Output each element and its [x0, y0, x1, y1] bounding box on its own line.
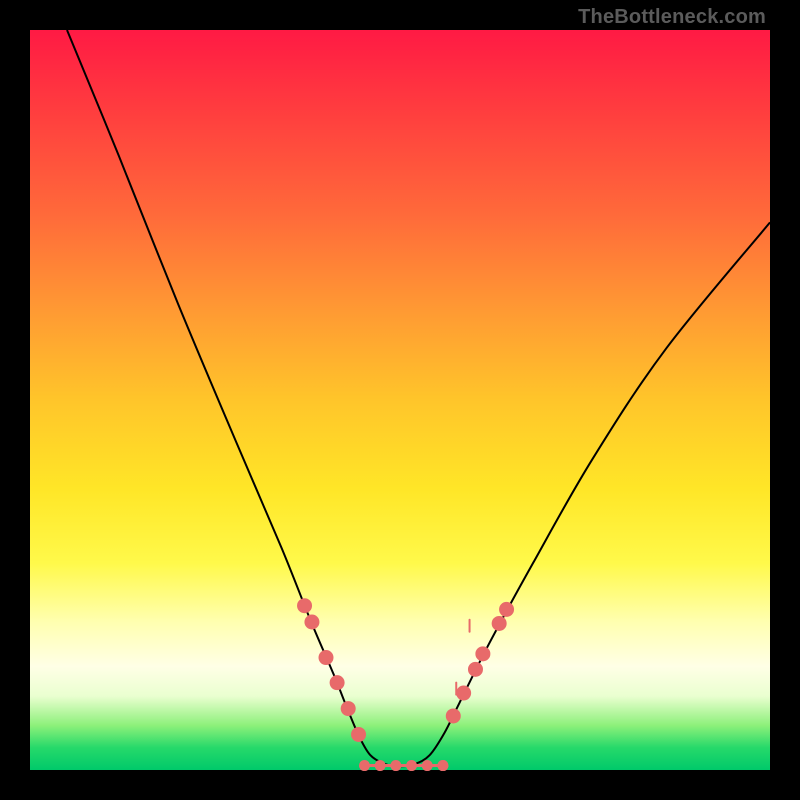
chart-frame: TheBottleneck.com [0, 0, 800, 800]
bottom-bead [390, 760, 401, 771]
bottom-bead [422, 760, 433, 771]
left-bead [304, 615, 319, 630]
left-bead [297, 598, 312, 613]
right-bead [468, 662, 483, 677]
left-bead [330, 675, 345, 690]
curve-markers [297, 598, 514, 771]
right-bead [499, 602, 514, 617]
right-bead [456, 686, 471, 701]
bottom-bead [406, 760, 417, 771]
bottom-bead [437, 760, 448, 771]
chart-svg [30, 30, 770, 770]
right-bead [446, 708, 461, 723]
bottom-bead [359, 760, 370, 771]
chart-plot-area [30, 30, 770, 770]
left-bead [341, 701, 356, 716]
bottleneck-curve [67, 30, 770, 766]
left-bead [351, 727, 366, 742]
attribution-label: TheBottleneck.com [578, 6, 766, 29]
right-bead [475, 646, 490, 661]
right-bead [492, 616, 507, 631]
bottom-bead [375, 760, 386, 771]
left-bead [319, 650, 334, 665]
